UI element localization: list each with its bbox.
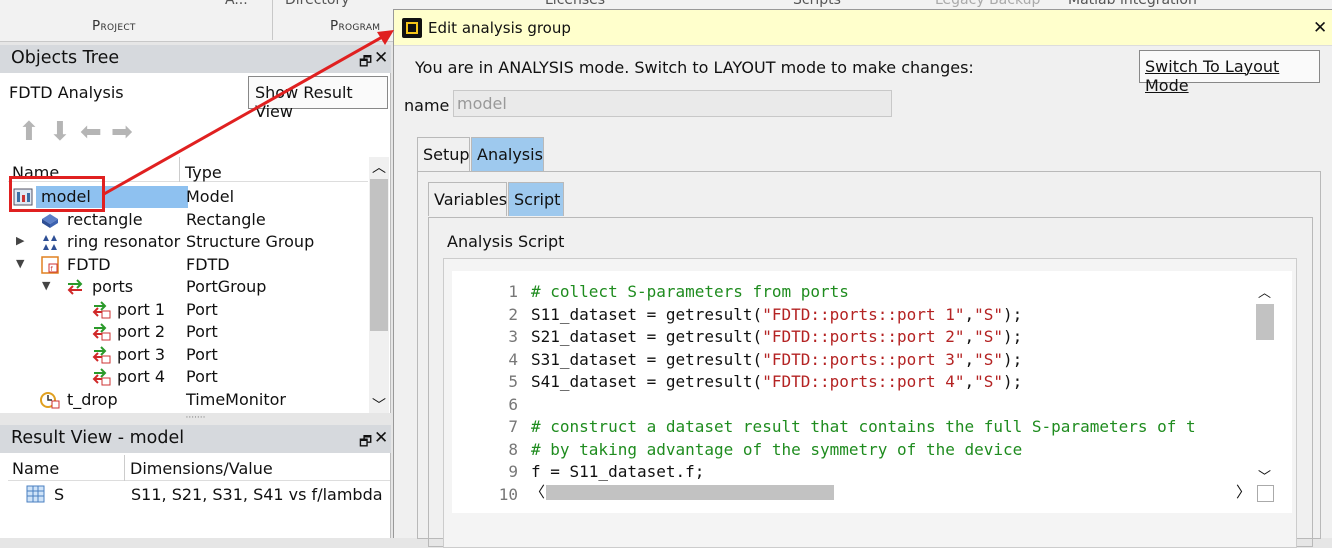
annotation-arrow [103,30,394,196]
